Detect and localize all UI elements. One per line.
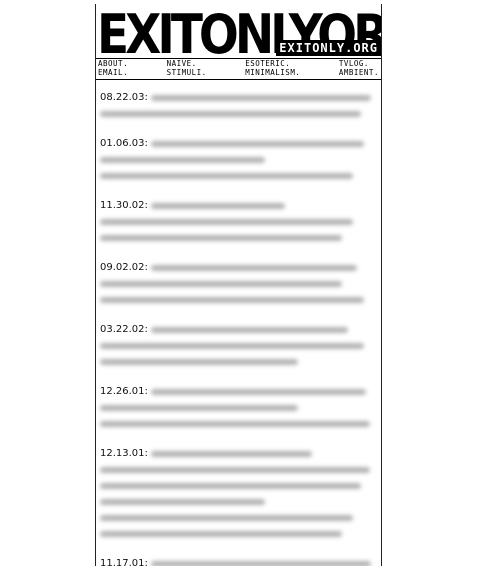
news-line: 11.30.02: [100,198,375,214]
news-line [100,510,375,526]
site-logo[interactable]: EXITONLYORG [97,4,381,70]
page-frame: EXITONLYORG EXITONLY.ORG ABOUT. EMAIL. N… [95,4,382,566]
site-banner: EXITONLYORG EXITONLY.ORG [96,4,381,67]
news-text-blurred [151,198,375,214]
news-line [100,168,375,184]
site-logo-small: EXITONLY.ORG [276,40,381,56]
news-date: 03.22.02: [100,324,148,335]
news-entry: 11.17.01: [100,556,375,566]
news-date: 12.26.01: [100,386,148,397]
news-entry: 12.13.01: [100,446,375,542]
news-line [100,276,375,292]
news-text-blurred [151,322,375,338]
news-text-blurred [151,260,375,276]
news-line: 09.02.02: [100,260,375,276]
news-line: 01.06.03: [100,136,375,152]
news-line [100,416,375,432]
news-line: 03.22.02: [100,322,375,338]
news-line [100,478,375,494]
news-date: 09.02.02: [100,262,148,273]
news-text-blurred [100,510,375,526]
news-entry: 11.30.02: [100,198,375,246]
news-text-blurred [100,478,375,494]
news-line: 12.26.01: [100,384,375,400]
news-text-blurred [100,526,375,542]
news-line [100,400,375,416]
news-text-blurred [100,338,375,354]
news-text-blurred [151,136,375,152]
news-line [100,462,375,478]
news-text-blurred [100,354,375,370]
news-line [100,214,375,230]
news-line [100,292,375,308]
news-text-blurred [100,168,375,184]
news-entry: 01.06.03: [100,136,375,184]
news-line: 11.17.01: [100,556,375,566]
news-text-blurred [100,214,375,230]
news-text-blurred [151,384,375,400]
news-line: 12.13.01: [100,446,375,462]
news-date: 11.30.02: [100,200,148,211]
news-line [100,526,375,542]
news-text-blurred [100,494,375,510]
news-date: 12.13.01: [100,448,148,459]
news-date: 11.17.01: [100,558,148,566]
news-text-blurred [151,90,375,106]
news-text-blurred [100,106,375,122]
news-text-blurred [100,292,375,308]
news-line [100,106,375,122]
news-line [100,152,375,168]
news-entry: 03.22.02: [100,322,375,370]
news-text-blurred [100,416,375,432]
news-text-blurred [100,152,375,168]
news-text-blurred [151,556,375,566]
news-line [100,338,375,354]
news-entry: 09.02.02: [100,260,375,308]
news-text-blurred [151,446,375,462]
news-text-blurred [100,230,375,246]
news-text-blurred [100,400,375,416]
news-entry: 12.26.01: [100,384,375,432]
news-line [100,230,375,246]
news-line [100,494,375,510]
news-entry: 08.22.03: [100,90,375,122]
news-line [100,354,375,370]
news-text-blurred [100,462,375,478]
news-line: 08.22.03: [100,90,375,106]
news-list: 08.22.03: 01.06.03: 11.30.02: 09.02.02: 03.2… [96,80,381,566]
news-date: 01.06.03: [100,138,148,149]
news-text-blurred [100,276,375,292]
news-date: 08.22.03: [100,92,148,103]
